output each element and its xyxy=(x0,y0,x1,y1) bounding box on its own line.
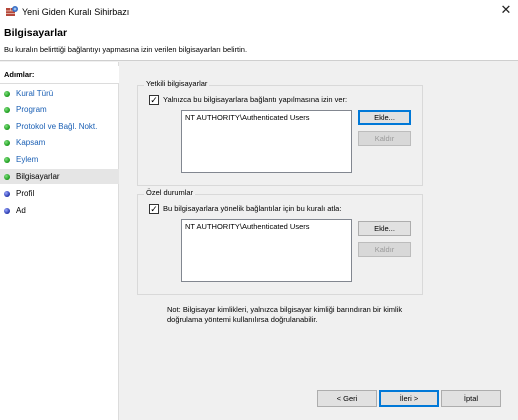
step-label: Program xyxy=(16,105,47,114)
step-program[interactable]: Program xyxy=(0,102,119,117)
step-done-icon xyxy=(4,157,10,163)
cancel-button[interactable]: İptal xyxy=(441,390,501,407)
step-label: Ad xyxy=(16,206,26,215)
skip-rule-label: Bu bilgisayarlara yönelik bağlantılar iç… xyxy=(163,204,342,213)
back-button[interactable]: < Geri xyxy=(317,390,377,407)
checkmark-icon: ✓ xyxy=(150,95,158,105)
skip-rule-checkbox[interactable]: ✓ xyxy=(149,204,159,214)
step-done-icon xyxy=(4,91,10,97)
step-label: Profil xyxy=(16,189,35,198)
authorized-only-checkbox[interactable]: ✓ xyxy=(149,95,159,105)
authorized-add-button[interactable]: Ekle... xyxy=(358,110,411,125)
list-item[interactable]: NT AUTHORITY\Authenticated Users xyxy=(185,113,348,122)
step-profil[interactable]: Profil xyxy=(0,186,119,201)
step-label: Protokol ve Bağl. Nokt. xyxy=(16,122,98,131)
step-ad[interactable]: Ad xyxy=(0,203,119,218)
authorized-remove-button[interactable]: Kaldır xyxy=(358,131,411,146)
steps-sidebar: Adımlar: Kural Türü Program Protokol ve … xyxy=(0,62,119,420)
steps-heading: Adımlar: xyxy=(0,66,119,84)
step-done-icon xyxy=(4,140,10,146)
authorized-computers-group: Yetkili bilgisayarlar ✓ Yalnızca bu bilg… xyxy=(137,79,423,186)
step-bilgisayarlar[interactable]: Bilgisayarlar xyxy=(0,169,119,184)
step-current-icon xyxy=(4,174,10,180)
step-kural-turu[interactable]: Kural Türü xyxy=(0,86,119,101)
authorized-only-label: Yalnızca bu bilgisayarlara bağlantı yapı… xyxy=(163,95,348,104)
step-pending-icon xyxy=(4,208,10,214)
step-kapsam[interactable]: Kapsam xyxy=(0,135,119,150)
step-eylem[interactable]: Eylem xyxy=(0,152,119,167)
exception-computers-list[interactable]: NT AUTHORITY\Authenticated Users xyxy=(181,219,352,282)
exceptions-group-legend: Özel durumlar xyxy=(144,188,196,197)
page-subtitle: Bu kuralın belirttiği bağlantıyı yapması… xyxy=(4,45,248,54)
close-icon: ✕ xyxy=(500,2,512,17)
wizard-header: Bilgisayarlar Bu kuralın belirttiği bağl… xyxy=(0,24,518,61)
step-done-icon xyxy=(4,124,10,130)
close-button[interactable]: ✕ xyxy=(494,0,518,22)
checkmark-icon: ✓ xyxy=(150,204,158,214)
note-line-1: Not: Bilgisayar kimlikleri, yalnızca bil… xyxy=(167,305,403,314)
list-item[interactable]: NT AUTHORITY\Authenticated Users xyxy=(185,222,348,231)
exceptions-remove-button[interactable]: Kaldır xyxy=(358,242,411,257)
exceptions-group: Özel durumlar ✓ Bu bilgisayarlara yöneli… xyxy=(137,188,423,295)
page-title: Bilgisayarlar xyxy=(4,27,68,39)
step-label: Kural Türü xyxy=(16,89,54,98)
authorized-computers-list[interactable]: NT AUTHORITY\Authenticated Users xyxy=(181,110,352,173)
authorized-group-legend: Yetkili bilgisayarlar xyxy=(144,79,210,88)
step-done-icon xyxy=(4,107,10,113)
next-button[interactable]: İleri > xyxy=(379,390,439,407)
step-label: Bilgisayarlar xyxy=(16,172,60,181)
note-line-2: doğrulama yöntemi kullanılırsa doğrulana… xyxy=(167,315,318,324)
auth-note: Not: Bilgisayar kimlikleri, yalnızca bil… xyxy=(167,305,427,325)
step-label: Kapsam xyxy=(16,138,46,147)
exceptions-add-button[interactable]: Ekle... xyxy=(358,221,411,236)
step-pending-icon xyxy=(4,191,10,197)
step-label: Eylem xyxy=(16,155,39,164)
title-bar: Yeni Giden Kuralı Sihirbazı ✕ xyxy=(0,0,518,24)
firewall-icon xyxy=(6,6,18,16)
step-protokol[interactable]: Protokol ve Bağl. Nokt. xyxy=(0,119,119,134)
window-title: Yeni Giden Kuralı Sihirbazı xyxy=(22,7,130,17)
